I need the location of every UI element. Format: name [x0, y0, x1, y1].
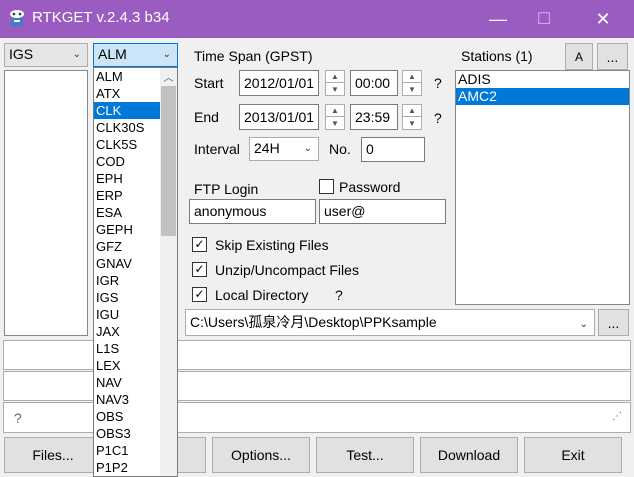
ftp-password-input[interactable]: user@: [319, 199, 446, 224]
local-directory-input[interactable]: C:\Users\孤泉冷月\Desktop\PPKsample ⌄: [185, 309, 595, 336]
minimize-icon: —: [489, 8, 507, 29]
local-directory-help[interactable]: ?: [335, 287, 343, 303]
close-icon: ✕: [595, 8, 611, 29]
window-title: RTKGET v.2.4.3 b34: [32, 9, 170, 26]
chevron-down-icon: ⌄: [162, 49, 171, 60]
number-label: No.: [329, 141, 351, 157]
close-button[interactable]: ✕: [580, 0, 626, 38]
spin-down-icon[interactable]: ▼: [403, 117, 421, 129]
checkmark-icon: ✓: [194, 237, 205, 251]
interval-value: 24H: [254, 140, 280, 156]
end-label: End: [194, 109, 219, 125]
app-icon: [10, 10, 24, 26]
end-help[interactable]: ?: [434, 110, 442, 126]
spin-down-icon[interactable]: ▼: [326, 117, 344, 129]
data-type-value: ALM: [98, 46, 127, 62]
data-type-select[interactable]: ALM ⌄: [93, 43, 178, 67]
number-input[interactable]: 0: [361, 137, 425, 162]
start-time-input[interactable]: 00:00: [350, 70, 398, 96]
spin-up-icon[interactable]: ▲: [403, 71, 421, 83]
options-button[interactable]: Options...: [212, 437, 310, 473]
chevron-down-icon: ⌄: [303, 143, 312, 154]
checkmark-icon: ✓: [194, 262, 205, 276]
skip-existing-checkbox[interactable]: ✓: [192, 237, 207, 252]
unzip-label: Unzip/Uncompact Files: [215, 262, 359, 278]
station-item[interactable]: ADIS: [456, 71, 629, 88]
browse-directory-button[interactable]: ...: [598, 309, 629, 336]
end-time-spinner[interactable]: ▲ ▼: [402, 104, 422, 130]
dropdown-scrollbar[interactable]: ︿: [160, 68, 177, 476]
chevron-down-icon: ⌄: [579, 319, 588, 330]
data-source-select[interactable]: IGS ⌄: [4, 43, 88, 67]
test-button[interactable]: Test...: [316, 437, 414, 473]
data-type-list[interactable]: [4, 70, 88, 336]
start-date-input[interactable]: 2012/01/01: [239, 70, 319, 96]
spin-down-icon[interactable]: ▼: [326, 83, 344, 95]
local-directory-label: Local Directory: [215, 287, 309, 303]
data-type-dropdown[interactable]: ALM ATX CLK CLK30S CLK5S COD EPH ERP ESA GEPH GFZ G…: [93, 67, 178, 477]
password-label: Password: [339, 179, 401, 195]
spin-up-icon[interactable]: ▲: [326, 71, 344, 83]
files-button[interactable]: Files...: [4, 437, 102, 473]
unzip-checkbox[interactable]: ✓: [192, 262, 207, 277]
minimize-button[interactable]: —: [475, 0, 521, 38]
stations-list[interactable]: ADIS AMC2: [455, 70, 630, 305]
skip-existing-label: Skip Existing Files: [215, 237, 329, 253]
ftp-login-input[interactable]: anonymous: [189, 199, 316, 224]
spin-up-icon[interactable]: ▲: [403, 105, 421, 117]
checkmark-icon: ✓: [194, 287, 205, 301]
status-help: ?: [14, 410, 22, 426]
data-source-value: IGS: [9, 46, 34, 62]
password-checkbox[interactable]: [319, 179, 334, 194]
end-date-input[interactable]: 2013/01/01: [239, 104, 319, 130]
spin-up-icon[interactable]: ▲: [326, 105, 344, 117]
spin-down-icon[interactable]: ▼: [403, 83, 421, 95]
ftp-login-label: FTP Login: [194, 181, 259, 197]
start-time-spinner[interactable]: ▲ ▼: [402, 70, 422, 96]
download-button[interactable]: Download: [420, 437, 518, 473]
local-directory-path: C:\Users\孤泉冷月\Desktop\PPKsample: [190, 314, 437, 330]
resize-grip-icon: ⋰: [612, 411, 622, 422]
stations-label: Stations (1): [461, 48, 533, 64]
end-time-input[interactable]: 23:59: [350, 104, 398, 130]
start-help[interactable]: ?: [434, 75, 442, 91]
maximize-icon: ☐: [536, 11, 552, 28]
maximize-button[interactable]: ☐: [521, 0, 567, 38]
stations-more-button[interactable]: ...: [597, 43, 628, 70]
start-label: Start: [194, 75, 224, 91]
chevron-down-icon: ⌄: [72, 49, 81, 60]
station-item-selected[interactable]: AMC2: [456, 88, 629, 105]
time-span-label: Time Span (GPST): [194, 48, 313, 64]
scroll-thumb[interactable]: [161, 86, 176, 236]
interval-label: Interval: [194, 141, 240, 157]
start-date-spinner[interactable]: ▲ ▼: [325, 70, 345, 96]
interval-select[interactable]: 24H ⌄: [249, 137, 319, 161]
stations-a-button[interactable]: A: [565, 43, 593, 70]
local-directory-checkbox[interactable]: ✓: [192, 287, 207, 302]
exit-button[interactable]: Exit: [524, 437, 622, 473]
end-date-spinner[interactable]: ▲ ▼: [325, 104, 345, 130]
scroll-up-icon[interactable]: ︿: [160, 68, 177, 85]
